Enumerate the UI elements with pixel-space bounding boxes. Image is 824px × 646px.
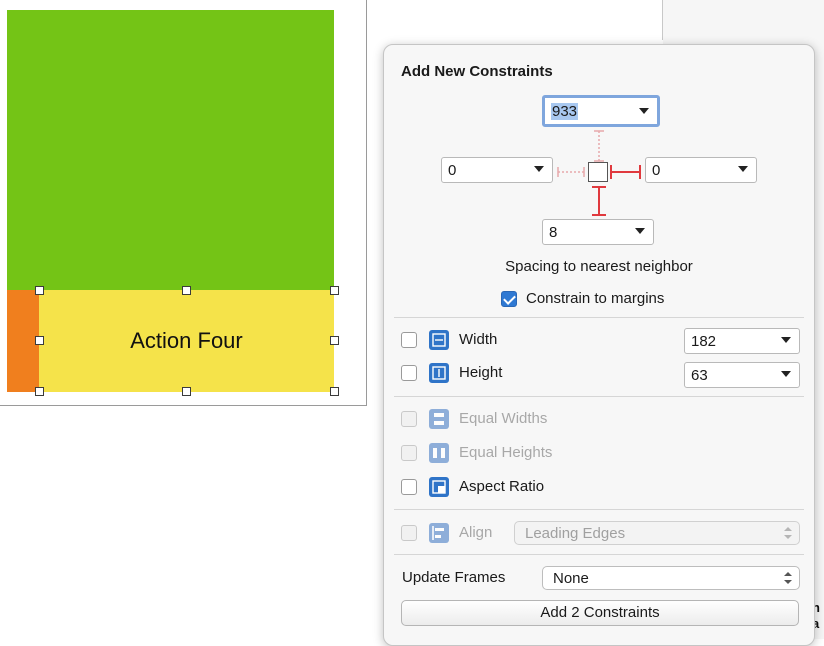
equal-widths-checkbox[interactable] — [401, 411, 417, 427]
canvas-border — [366, 0, 367, 406]
height-checkbox[interactable] — [401, 365, 417, 381]
width-constraint-icon — [429, 330, 449, 350]
equal-widths-label: Equal Widths — [459, 410, 548, 427]
bottom-strut-icon[interactable] — [592, 186, 606, 216]
aspect-ratio-checkbox[interactable] — [401, 479, 417, 495]
canvas-border — [0, 405, 367, 406]
updown-arrows-icon — [784, 527, 792, 539]
equal-heights-icon — [429, 443, 449, 463]
aspect-ratio-label: Aspect Ratio — [459, 478, 545, 495]
top-strut-icon[interactable] — [594, 130, 604, 162]
height-value-field[interactable]: 63 — [684, 362, 800, 388]
resize-handle-top-left[interactable] — [35, 286, 44, 295]
update-frames-label: Update Frames — [402, 569, 506, 586]
width-value-field[interactable]: 182 — [684, 328, 800, 354]
spacing-caption: Spacing to nearest neighbor — [505, 258, 693, 275]
align-checkbox[interactable] — [401, 525, 417, 541]
canvas-area: Action Four — [0, 0, 370, 406]
panel-divider — [662, 0, 663, 40]
chevron-down-icon[interactable] — [635, 228, 645, 234]
popover-title: Add New Constraints — [401, 63, 553, 80]
right-spacing-field[interactable]: 0 — [645, 157, 757, 183]
update-frames-popup[interactable]: None — [542, 566, 800, 590]
width-label: Width — [459, 331, 498, 348]
resize-handle-middle-left[interactable] — [35, 336, 44, 345]
action-four-view[interactable]: Action Four — [39, 290, 334, 392]
resize-handle-top-center[interactable] — [182, 286, 191, 295]
chevron-down-icon[interactable] — [738, 166, 748, 172]
width-value: 182 — [691, 332, 717, 350]
align-selected-value: Leading Edges — [525, 524, 626, 542]
chevron-down-icon[interactable] — [534, 166, 544, 172]
update-frames-selected-value: None — [553, 569, 589, 587]
height-label: Height — [459, 364, 503, 381]
left-spacing-field[interactable]: 0 — [441, 157, 553, 183]
resize-handle-bottom-center[interactable] — [182, 387, 191, 396]
resize-handle-bottom-left[interactable] — [35, 387, 44, 396]
constrain-to-margins-label[interactable]: Constrain to margins — [526, 290, 664, 307]
divider — [394, 509, 804, 510]
equal-heights-checkbox[interactable] — [401, 445, 417, 461]
divider — [394, 396, 804, 397]
chevron-down-icon[interactable] — [781, 371, 791, 377]
top-spacing-value: 933 — [551, 102, 579, 120]
divider — [394, 554, 804, 555]
resize-handle-bottom-right[interactable] — [330, 387, 339, 396]
equal-heights-label: Equal Heights — [459, 444, 553, 461]
selected-view-icon — [588, 162, 608, 182]
divider — [394, 317, 804, 318]
aspect-ratio-icon — [429, 477, 449, 497]
equal-widths-icon — [429, 409, 449, 429]
updown-arrows-icon — [784, 572, 792, 584]
action-four-label: Action Four — [130, 328, 243, 353]
left-spacing-value: 0 — [448, 161, 457, 179]
chevron-down-icon[interactable] — [781, 337, 791, 343]
green-view[interactable] — [7, 10, 334, 290]
align-icon — [429, 523, 449, 543]
add-constraints-button[interactable]: Add 2 Constraints — [401, 600, 799, 626]
width-checkbox[interactable] — [401, 332, 417, 348]
left-strut-icon[interactable] — [557, 167, 585, 177]
top-spacing-field[interactable]: 933 — [542, 95, 660, 127]
bottom-spacing-value: 8 — [549, 223, 558, 241]
resize-handle-top-right[interactable] — [330, 286, 339, 295]
add-constraints-popover: Add New Constraints 933 0 0 8 Spacing to… — [383, 44, 815, 646]
resize-handle-middle-right[interactable] — [330, 336, 339, 345]
align-label: Align — [459, 524, 493, 541]
chevron-down-icon[interactable] — [639, 108, 649, 114]
bottom-spacing-field[interactable]: 8 — [542, 219, 654, 245]
align-popup[interactable]: Leading Edges — [514, 521, 800, 545]
height-value: 63 — [691, 366, 708, 384]
constrain-to-margins-checkbox[interactable] — [501, 291, 517, 307]
right-strut-icon[interactable] — [610, 165, 641, 179]
height-constraint-icon — [429, 363, 449, 383]
